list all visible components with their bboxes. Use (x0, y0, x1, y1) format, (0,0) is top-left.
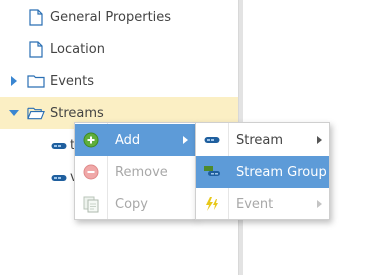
copy-icon (82, 195, 100, 213)
folder-icon (27, 72, 45, 90)
menu-item-label: Stream Group (236, 164, 327, 180)
menu-item-label: Add (115, 132, 141, 148)
menu-item-stream-group[interactable]: Stream Group (196, 156, 329, 188)
menu-item-label: Copy (115, 196, 148, 212)
menu-item-event[interactable]: Event (196, 188, 329, 220)
tree-item-label: General Properties (50, 9, 172, 25)
stream-icon (203, 131, 221, 149)
folder-open-icon (27, 104, 45, 122)
tree-item-label: Events (50, 73, 95, 89)
tree-item-events[interactable]: Events (0, 65, 238, 97)
tree-item-label: Streams (50, 105, 104, 121)
menu-item-remove[interactable]: Remove (75, 156, 195, 188)
chevron-down-icon[interactable] (9, 108, 19, 118)
chevron-right-icon[interactable] (9, 76, 19, 86)
tree-item-location[interactable]: Location (0, 33, 238, 65)
menu-item-add[interactable]: Add (75, 124, 195, 156)
tree-item-label: Location (50, 41, 105, 57)
stream-group-icon (203, 163, 221, 181)
stream-icon (51, 140, 67, 150)
menu-item-stream[interactable]: Stream (196, 124, 329, 156)
document-icon (27, 40, 45, 58)
submenu-arrow-icon (183, 136, 188, 144)
event-icon (203, 195, 221, 213)
add-submenu: Stream Stream Group Event (195, 122, 330, 220)
menu-item-copy[interactable]: Copy (75, 188, 195, 220)
submenu-arrow-icon (317, 200, 322, 208)
stream-icon (51, 172, 67, 182)
add-icon (82, 131, 100, 149)
submenu-arrow-icon (317, 136, 322, 144)
document-icon (27, 8, 45, 26)
remove-icon (82, 163, 100, 181)
menu-item-label: Event (236, 196, 274, 212)
tree-item-general-properties[interactable]: General Properties (0, 1, 238, 33)
menu-item-label: Remove (115, 164, 168, 180)
menu-item-label: Stream (236, 132, 284, 148)
context-menu: Add Remove Copy (74, 122, 196, 220)
